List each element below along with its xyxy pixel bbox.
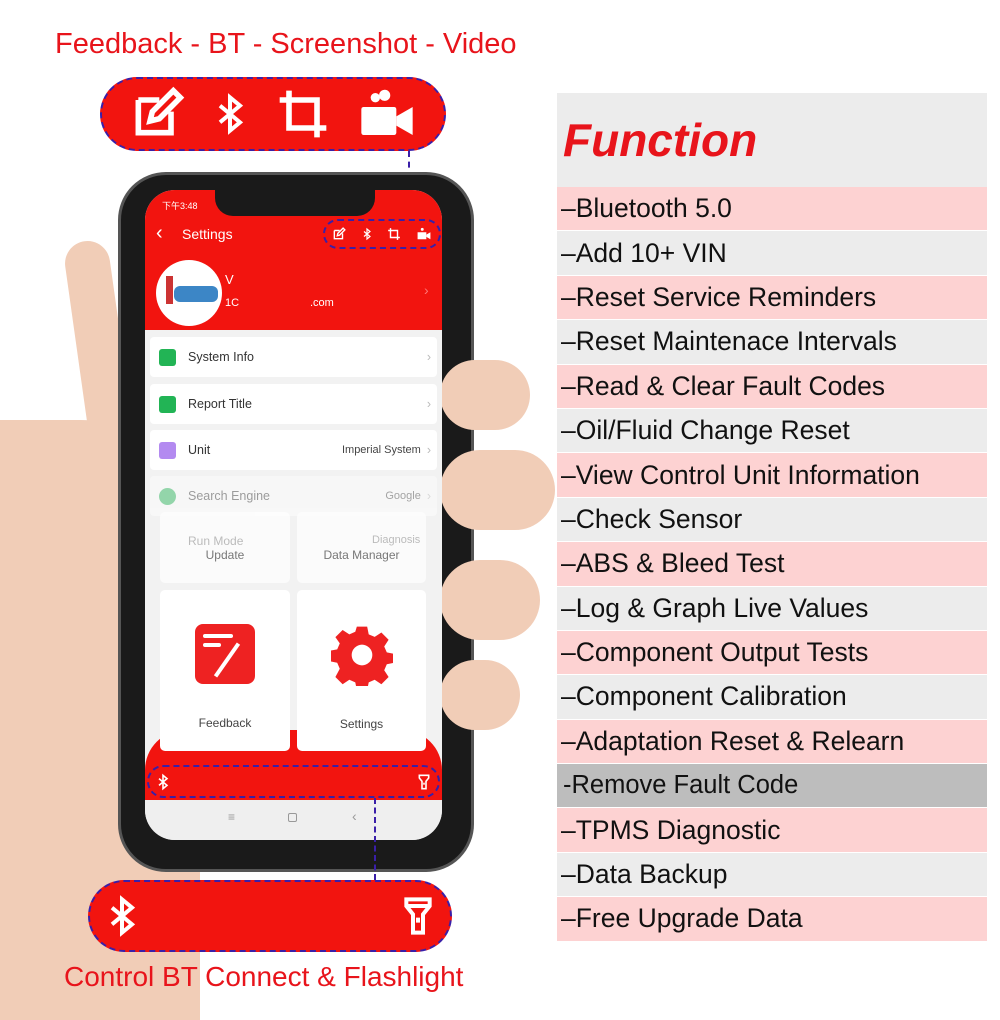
menu-icon[interactable]: ≡: [228, 810, 235, 824]
function-item: –Oil/Fluid Change Reset: [557, 408, 987, 454]
value: Imperial System: [341, 444, 421, 456]
card-data-manager[interactable]: Data Manager: [297, 512, 426, 583]
clipboard-icon: [159, 395, 176, 413]
function-item: –Reset Maintenace Intervals: [557, 320, 987, 365]
bluetooth-icon: [110, 895, 136, 937]
settings-item-unit[interactable]: Unit Imperial System ›: [150, 430, 437, 470]
run-mode-value: Diagnosis: [372, 534, 421, 546]
function-panel: Function –Bluetooth 5.0 –Add 10+ VIN –Rese…: [557, 93, 987, 942]
label: Report Title: [188, 397, 252, 411]
finger: [440, 560, 540, 640]
profile-name: V: [225, 272, 234, 287]
finger: [440, 360, 530, 430]
feedback-icon: [195, 624, 255, 684]
gear-icon: [328, 626, 395, 691]
top-caption: Feedback - BT - Screenshot - Video: [55, 28, 517, 60]
label: System Info: [188, 350, 254, 364]
notch: [215, 190, 375, 216]
ruler-icon: [159, 441, 176, 459]
function-title: Function: [563, 114, 758, 166]
back-icon[interactable]: ‹: [352, 808, 357, 824]
label: Search Engine: [188, 489, 271, 503]
finger: [440, 660, 520, 730]
settings-item-run-mode[interactable]: Run Mode: [188, 534, 243, 548]
bluetooth-icon[interactable]: [155, 771, 171, 793]
card-label: Update: [205, 548, 245, 562]
settings-item-system-info[interactable]: System Info ›: [150, 337, 437, 377]
video-camera-icon: [360, 89, 413, 135]
function-item: -Remove Fault Code: [557, 764, 987, 809]
top-feature-pill: [100, 77, 446, 151]
settings-item-search-engine[interactable]: Search Engine Google ›: [150, 476, 437, 516]
function-item: –View Control Unit Information: [557, 453, 987, 498]
flashlight-icon: [404, 897, 432, 935]
bluetooth-icon: [218, 93, 243, 135]
function-item: –ABS & Bleed Test: [557, 542, 987, 587]
finger: [440, 450, 555, 530]
home-icon[interactable]: [288, 813, 297, 822]
value: Google: [385, 490, 421, 502]
function-item: –Log & Graph Live Values: [557, 586, 987, 631]
card-label: Data Manager: [323, 548, 400, 562]
bottom-feature-pill: [88, 880, 452, 952]
function-item: –Reset Service Reminders: [557, 275, 987, 321]
card-feedback[interactable]: Feedback: [160, 590, 290, 751]
function-item: –Bluetooth 5.0: [557, 187, 987, 232]
status-time: 下午3:48: [162, 201, 198, 211]
header-tools: [323, 219, 441, 249]
function-item: –Component Output Tests: [557, 630, 987, 676]
edit-icon: [135, 86, 184, 136]
card-label: Feedback: [198, 716, 252, 730]
crop-icon: [279, 90, 326, 138]
function-item: –Read & Clear Fault Codes: [557, 364, 987, 409]
bottom-caption: Control BT Connect & Flashlight: [64, 961, 464, 992]
phone-icon: [159, 348, 176, 366]
chevron-right-icon[interactable]: ›: [424, 282, 429, 298]
browser-icon: [159, 487, 176, 505]
profile-email-end: .com: [310, 297, 334, 309]
function-item: –Add 10+ VIN: [557, 231, 987, 276]
screenshot-icon[interactable]: [387, 227, 401, 241]
function-item: –Data Backup: [557, 852, 987, 898]
bluetooth-icon[interactable]: [361, 227, 373, 241]
settings-item-report-title[interactable]: Report Title ›: [150, 384, 437, 424]
back-button[interactable]: ‹: [156, 222, 163, 245]
video-icon[interactable]: [416, 227, 432, 241]
chevron-right-icon: ›: [426, 443, 431, 457]
chevron-right-icon: ›: [426, 489, 431, 503]
function-item: –Adaptation Reset & Relearn: [557, 719, 987, 765]
page-title: Settings: [182, 226, 233, 242]
function-item: –Check Sensor: [557, 497, 987, 543]
bottom-control-bar: [147, 765, 440, 798]
function-item: –TPMS Diagnostic: [557, 808, 987, 853]
function-item: –Component Calibration: [557, 675, 987, 720]
feedback-icon[interactable]: [332, 227, 347, 241]
function-item: –Free Upgrade Data: [557, 897, 987, 942]
card-label: Settings: [339, 717, 384, 731]
chevron-right-icon: ›: [426, 350, 431, 364]
flashlight-icon[interactable]: [416, 771, 432, 793]
chevron-right-icon: ›: [426, 397, 431, 411]
card-settings[interactable]: Settings: [297, 590, 426, 751]
label: Unit: [188, 443, 211, 457]
avatar[interactable]: [156, 260, 222, 326]
profile-email-start: 1C: [225, 297, 240, 309]
